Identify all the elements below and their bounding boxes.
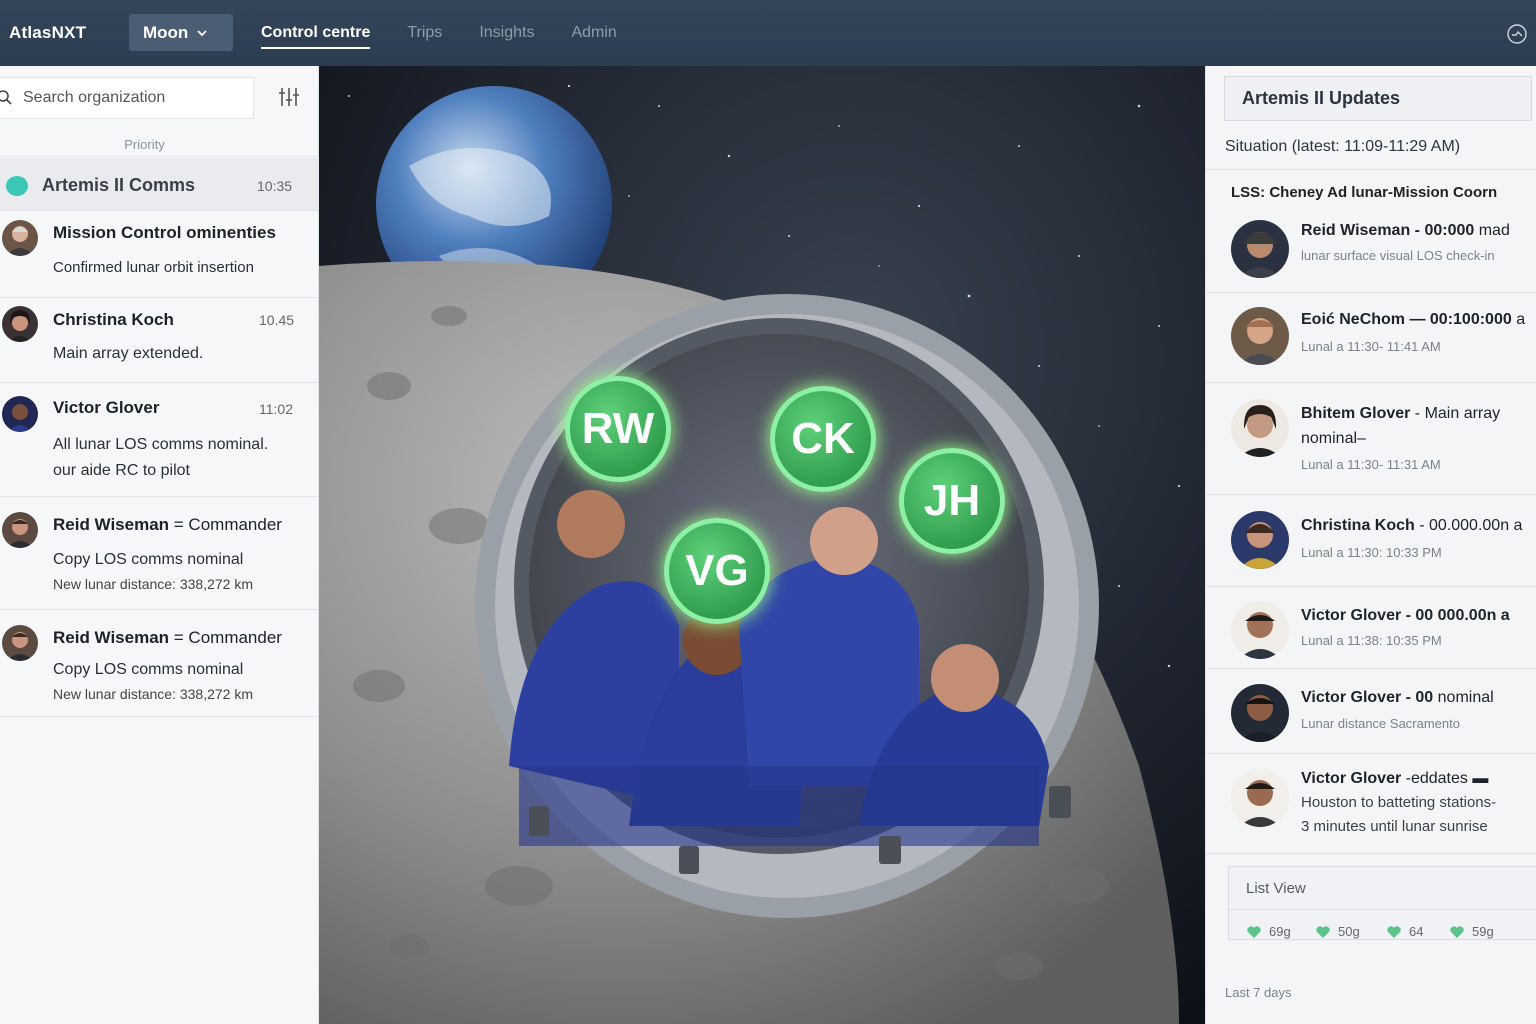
update-subtitle: lunar surface visual LOS check-in [1301,248,1495,263]
divider [1206,169,1536,170]
avatar [1231,684,1289,742]
search-box[interactable] [0,77,254,119]
avatar [2,220,38,256]
list-item[interactable]: Victor Glover 11:02 All lunar LOS comms … [0,383,319,497]
message-text: Main array extended. [53,345,204,362]
update-title: Victor Glover -eddates ▬ [1301,770,1489,787]
update-subtitle: Lunar distance Sacramento [1301,716,1460,731]
nav-trips[interactable]: Trips [407,0,442,66]
update-subtitle: Lunal a 11:38: 10:35 PM [1301,633,1442,648]
conversation-panel: Priority Artemis II Comms 10:35 Mission … [0,66,319,1024]
update-subtitle: Lunal a 11:30- 11:31 AM [1301,457,1441,472]
update-subtitle: Lunal a 11:30: 10:33 PM [1301,545,1442,560]
main-nav: Control centre Trips Insights Admin [261,0,654,66]
group-title: Artemis II Comms [42,175,196,195]
update-body: Houston to batteting stations- [1301,794,1497,811]
crew-marker-vg[interactable]: VG [664,518,770,624]
sender-name: Victor Glover [53,398,160,417]
crew-marker-jh[interactable]: JH [899,448,1005,554]
message-text: Confirmed lunar orbit insertion [53,259,254,276]
update-item[interactable]: Victor Glover -eddates ▬ Houston to batt… [1206,754,1536,854]
top-bar: AtlasNXT Moon Control centre Trips Insig… [0,0,1536,66]
avatar [1231,220,1289,278]
list-item[interactable]: Reid Wiseman = Commander Copy LOS comms … [0,497,319,610]
stat-chip[interactable]: 50g [1315,924,1360,939]
sender-name: Reid Wiseman = Commander [53,628,282,647]
update-subtitle: Lunal a 11:30- 11:41 AM [1301,339,1441,354]
divider [1229,909,1536,910]
list-view-title: List View [1246,880,1306,897]
update-item[interactable]: Victor Glover - 00 000.00n a Lunal a 11:… [1206,587,1536,669]
avatar [1231,601,1289,659]
sender-name: Reid Wiseman = Commander [53,515,282,534]
heart-check-icon [1387,925,1401,938]
sender-name: Christina Koch [53,310,174,329]
crew-marker-ck[interactable]: CK [770,386,876,492]
situation-text: Situation (latest: 11:09-11:29 AM) [1225,138,1461,155]
message-time: 11:02 [259,401,293,417]
nav-admin[interactable]: Admin [571,0,616,66]
message-detail: New lunar distance: 338,272 km [53,686,253,702]
list-view-card[interactable]: List View 69g 50g 64 59g [1228,866,1536,940]
avatar [1231,511,1289,569]
status-check-icon [6,176,28,196]
search-icon [0,90,12,105]
moon-selector-button[interactable]: Moon [129,14,233,51]
app-brand[interactable]: AtlasNXT [9,23,129,43]
update-title: Reid Wiseman - 00:000 mad [1301,222,1510,239]
heart-check-icon [1247,925,1261,938]
message-text: our aide RC to pilot [53,462,190,479]
priority-label: Priority [0,130,319,157]
message-time: 10.45 [259,312,295,328]
message-text: All lunar LOS comms nominal. [53,436,269,453]
filter-sliders-icon[interactable] [277,85,301,109]
message-text: Copy LOS comms nominal [53,551,244,568]
list-item[interactable]: Reid Wiseman = Commander Copy LOS comms … [0,610,319,717]
list-item[interactable]: Mission Control ominenties Confirmed lun… [0,211,319,298]
update-title: Eoić NeChom — 00:100:000 a [1301,311,1526,328]
mission-scene-image: RW CK VG JH [319,66,1205,1024]
avatar [2,396,38,432]
crew-marker-rw[interactable]: RW [565,376,671,482]
update-title: Victor Glover - 00 000.00n a [1301,607,1510,624]
message-detail: New lunar distance: 338,272 km [53,576,253,592]
update-title: Christina Koch - 00.000.00n a [1301,517,1523,534]
avatar [1231,307,1289,365]
sender-name: Mission Control ominenties [53,223,276,242]
avatar [2,306,38,342]
nav-control-centre[interactable]: Control centre [261,0,371,66]
nav-insights[interactable]: Insights [479,0,534,66]
update-item[interactable]: Reid Wiseman - 00:000 mad lunar surface … [1206,206,1536,293]
search-input[interactable] [0,89,253,107]
update-item[interactable]: Eoić NeChom — 00:100:000 a Lunal a 11:30… [1206,293,1536,383]
lss-label: LSS: Cheney Ad lunar-Mission Coorn [1231,184,1498,201]
heart-check-icon [1450,925,1464,938]
chevron-down-icon [197,29,207,36]
avatar [2,512,38,548]
conversation-group-header[interactable]: Artemis II Comms 10:35 [0,158,319,211]
updates-panel: Artemis II Updates Situation (latest: 11… [1205,66,1536,1024]
update-body: 3 minutes until lunar sunrise [1301,818,1488,835]
list-item[interactable]: Christina Koch 10.45 Main array extended… [0,298,319,383]
avatar [2,625,38,661]
heart-check-icon [1316,925,1330,938]
date-range-label[interactable]: Last 7 days [1225,985,1292,1000]
stat-chip[interactable]: 59g [1449,924,1494,939]
update-item[interactable]: Christina Koch - 00.000.00n a Lunal a 11… [1206,495,1536,587]
update-item[interactable]: Victor Glover - 00 nominal Lunar distanc… [1206,669,1536,754]
update-item[interactable]: Bhitem Glover - Main array nominal– Luna… [1206,383,1536,495]
update-title: Victor Glover - 00 nominal [1301,689,1494,706]
update-title: Bhitem Glover - Main array nominal– [1301,405,1501,447]
message-text: Copy LOS comms nominal [53,661,244,678]
cloud-sync-icon[interactable] [1506,23,1528,45]
avatar [1231,769,1289,827]
updates-header[interactable]: Artemis II Updates [1224,76,1532,121]
stat-chip[interactable]: 64 [1386,924,1423,939]
avatar [1231,399,1289,457]
stat-chip[interactable]: 69g [1246,924,1291,939]
moon-selector-label: Moon [143,22,189,42]
group-time: 10:35 [257,178,293,194]
